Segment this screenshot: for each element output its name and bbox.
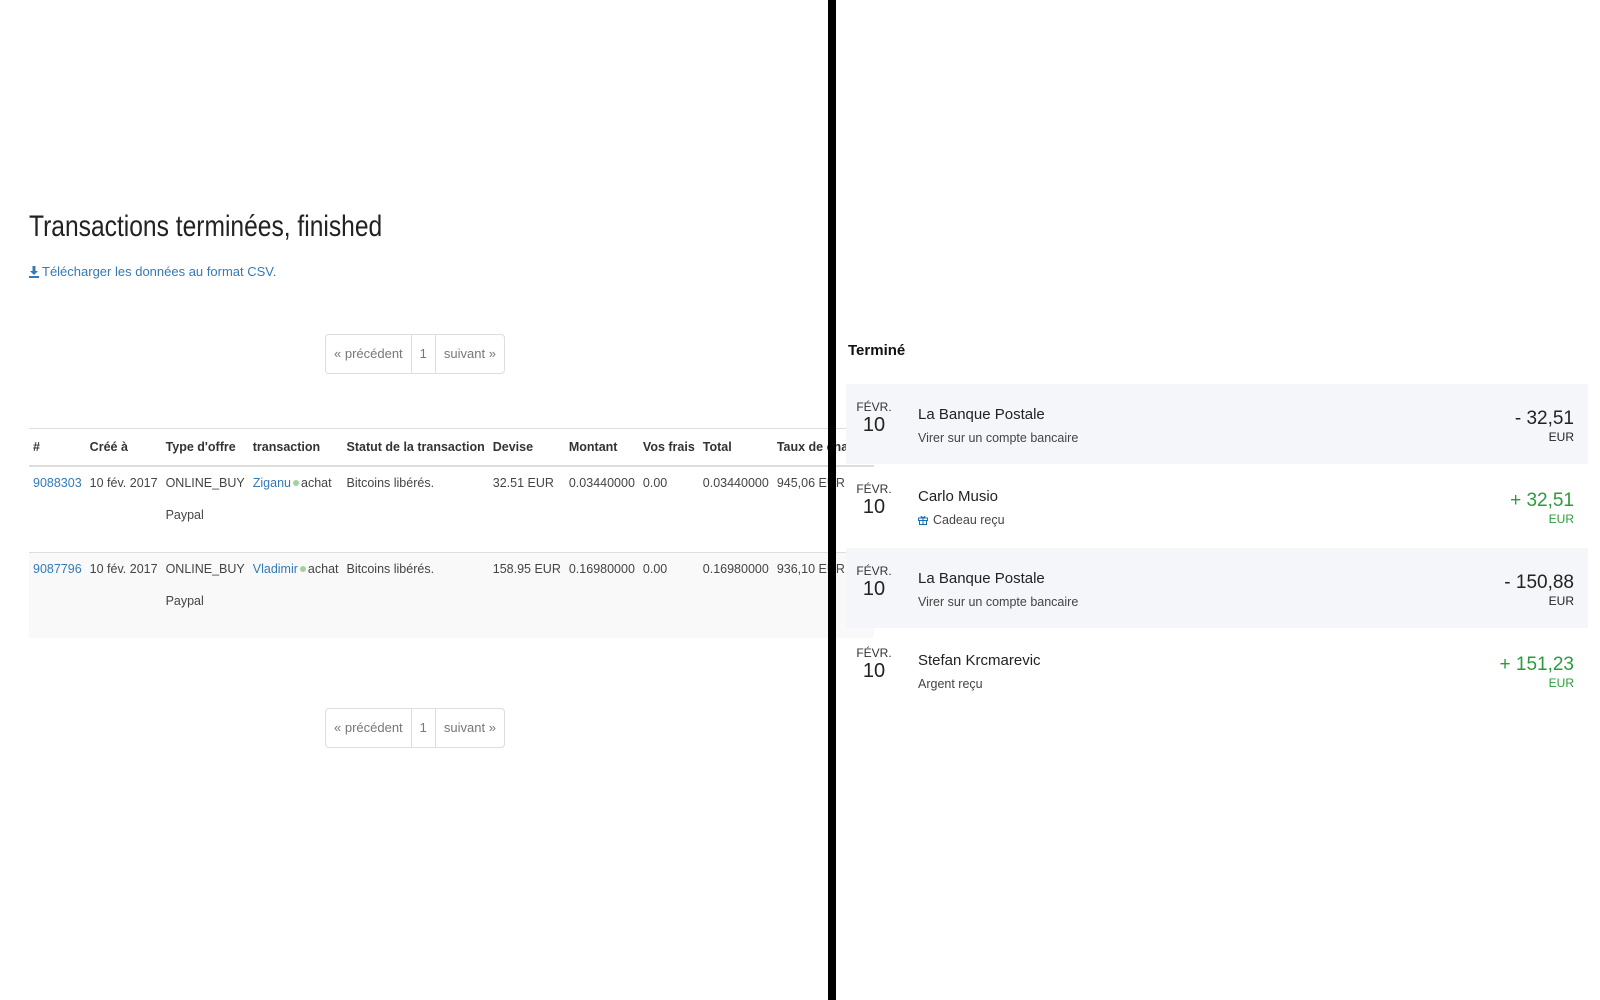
trader-link[interactable]: Ziganu xyxy=(253,476,291,490)
col-currency: Devise xyxy=(488,428,565,467)
offer-type: ONLINE_BUY xyxy=(165,476,245,490)
activity-details: La Banque Postale Virer sur un compte ba… xyxy=(902,548,1434,628)
activity-description: Virer sur un compte bancaire xyxy=(918,431,1079,445)
activity-day: 10 xyxy=(862,414,886,436)
transactions-table: # Créé à Type d'offre transaction Statut… xyxy=(29,428,875,638)
trader-link[interactable]: Vladimir xyxy=(253,562,298,576)
col-transaction: transaction xyxy=(248,428,343,467)
pagination-next[interactable]: suivant » xyxy=(434,335,504,373)
gift-icon xyxy=(918,516,928,525)
download-icon xyxy=(29,265,39,278)
activity-month: FÉVR. xyxy=(856,564,892,578)
online-status-icon xyxy=(293,480,299,487)
activity-details: La Banque Postale Virer sur un compte ba… xyxy=(902,384,1434,464)
pagination-bottom: « précédent 1 suivant » xyxy=(325,708,505,748)
activity-details: Stefan Krcmarevic Argent reçu xyxy=(902,630,1434,710)
offer-type: ONLINE_BUY xyxy=(165,562,245,576)
csv-download-label: Télécharger les données au format CSV. xyxy=(42,264,277,279)
panel-divider xyxy=(828,0,836,1000)
transaction-id-link[interactable]: 9087796 xyxy=(33,562,82,576)
trade-action: achat xyxy=(307,562,339,576)
pagination-top: « précédent 1 suivant » xyxy=(325,334,505,374)
offer-method: Paypal xyxy=(165,594,204,608)
col-total: Total xyxy=(698,428,773,467)
pagination-prev[interactable]: « précédent xyxy=(326,709,411,747)
amount-value: - 150,88 xyxy=(1504,572,1574,593)
amount-cell: 0.03440000 xyxy=(564,465,639,553)
pagination-prev[interactable]: « précédent xyxy=(326,335,411,373)
activity-item[interactable]: FÉVR. 10 Stefan Krcmarevic Argent reçu +… xyxy=(846,630,1588,710)
offer-type-cell: ONLINE_BUY Paypal xyxy=(161,465,249,553)
status-cell: Bitcoins libérés. xyxy=(342,465,489,553)
activity-amount: - 150,88 EUR xyxy=(1434,548,1588,628)
total-cell: 0.03440000 xyxy=(698,465,773,553)
table-row: 9088303 10 fév. 2017 ONLINE_BUY Paypal Zi… xyxy=(29,465,875,553)
col-amount: Montant xyxy=(564,428,639,467)
activity-item[interactable]: FÉVR. 10 La Banque Postale Virer sur un … xyxy=(846,384,1588,464)
amount-currency: EUR xyxy=(1548,512,1574,526)
online-status-icon xyxy=(299,566,306,573)
activity-name: La Banque Postale xyxy=(918,570,1045,587)
activity-name: Carlo Musio xyxy=(918,488,999,505)
activity-date: FÉVR. 10 xyxy=(846,466,902,546)
pagination-page[interactable]: 1 xyxy=(410,335,435,373)
activity-description: Cadeau reçu xyxy=(933,513,1005,527)
transaction-cell: Vladimir achat xyxy=(248,552,343,638)
activity-details: Carlo Musio Cadeau reçu xyxy=(902,466,1434,546)
col-id: # xyxy=(29,428,86,467)
activity-date: FÉVR. 10 xyxy=(846,630,902,710)
activity-description-row: Cadeau reçu xyxy=(918,513,1434,527)
status-cell: Bitcoins libérés. xyxy=(342,552,489,638)
activity-name: Stefan Krcmarevic xyxy=(918,652,1041,669)
activity-day: 10 xyxy=(862,496,886,518)
section-title: Terminé xyxy=(848,342,906,359)
transaction-id-link[interactable]: 9088303 xyxy=(33,476,82,490)
activity-amount: + 32,51 EUR xyxy=(1434,466,1588,546)
activity-month: FÉVR. xyxy=(856,646,892,660)
amount-currency: EUR xyxy=(1548,594,1574,608)
offer-method: Paypal xyxy=(165,508,204,522)
activity-day: 10 xyxy=(862,660,886,682)
trade-action: achat xyxy=(301,476,332,490)
pagination-next[interactable]: suivant » xyxy=(434,709,504,747)
table-row: 9087796 10 fév. 2017 ONLINE_BUY Paypal Vl… xyxy=(29,552,875,638)
total-cell: 0.16980000 xyxy=(698,552,773,638)
col-offer-type: Type d'offre xyxy=(161,428,249,467)
activity-day: 10 xyxy=(862,578,886,600)
amount-value: - 32,51 xyxy=(1514,408,1574,429)
currency-cell: 32.51 EUR xyxy=(488,465,565,553)
table-header-row: # Créé à Type d'offre transaction Statut… xyxy=(29,428,875,467)
csv-download-link[interactable]: Télécharger les données au format CSV. xyxy=(29,264,276,279)
col-created: Créé à xyxy=(85,428,162,467)
amount-currency: EUR xyxy=(1548,676,1574,690)
amount-currency: EUR xyxy=(1548,430,1574,444)
page-title: Transactions terminées, finished xyxy=(29,210,383,243)
activity-amount: + 151,23 EUR xyxy=(1434,630,1588,710)
col-status: Statut de la transaction xyxy=(342,428,489,467)
activity-amount: - 32,51 EUR xyxy=(1434,384,1588,464)
activity-month: FÉVR. xyxy=(856,400,892,414)
fees-cell: 0.00 xyxy=(638,552,699,638)
activity-item[interactable]: FÉVR. 10 Carlo Musio Cadeau reçu + 32,51… xyxy=(846,466,1588,546)
paypal-activity-panel: Terminé FÉVR. 10 La Banque Postale Virer… xyxy=(836,0,1600,1000)
offer-type-cell: ONLINE_BUY Paypal xyxy=(161,552,249,638)
localbitcoins-panel: Transactions terminées, finished Télécha… xyxy=(0,0,875,1000)
currency-cell: 158.95 EUR xyxy=(488,552,565,638)
transaction-cell: Ziganu achat xyxy=(248,465,343,553)
pagination-page[interactable]: 1 xyxy=(410,709,435,747)
activity-description: Virer sur un compte bancaire xyxy=(918,595,1079,609)
activity-name: La Banque Postale xyxy=(918,406,1045,423)
col-fees: Vos frais xyxy=(638,428,699,467)
amount-value: + 151,23 xyxy=(1499,654,1575,675)
activity-date: FÉVR. 10 xyxy=(846,384,902,464)
activity-date: FÉVR. 10 xyxy=(846,548,902,628)
created-cell: 10 fév. 2017 xyxy=(85,552,162,638)
created-cell: 10 fév. 2017 xyxy=(85,465,162,553)
activity-month: FÉVR. xyxy=(856,482,892,496)
amount-value: + 32,51 xyxy=(1510,490,1574,511)
activity-item[interactable]: FÉVR. 10 La Banque Postale Virer sur un … xyxy=(846,548,1588,628)
fees-cell: 0.00 xyxy=(638,465,699,553)
activity-description: Argent reçu xyxy=(918,677,983,691)
amount-cell: 0.16980000 xyxy=(564,552,639,638)
